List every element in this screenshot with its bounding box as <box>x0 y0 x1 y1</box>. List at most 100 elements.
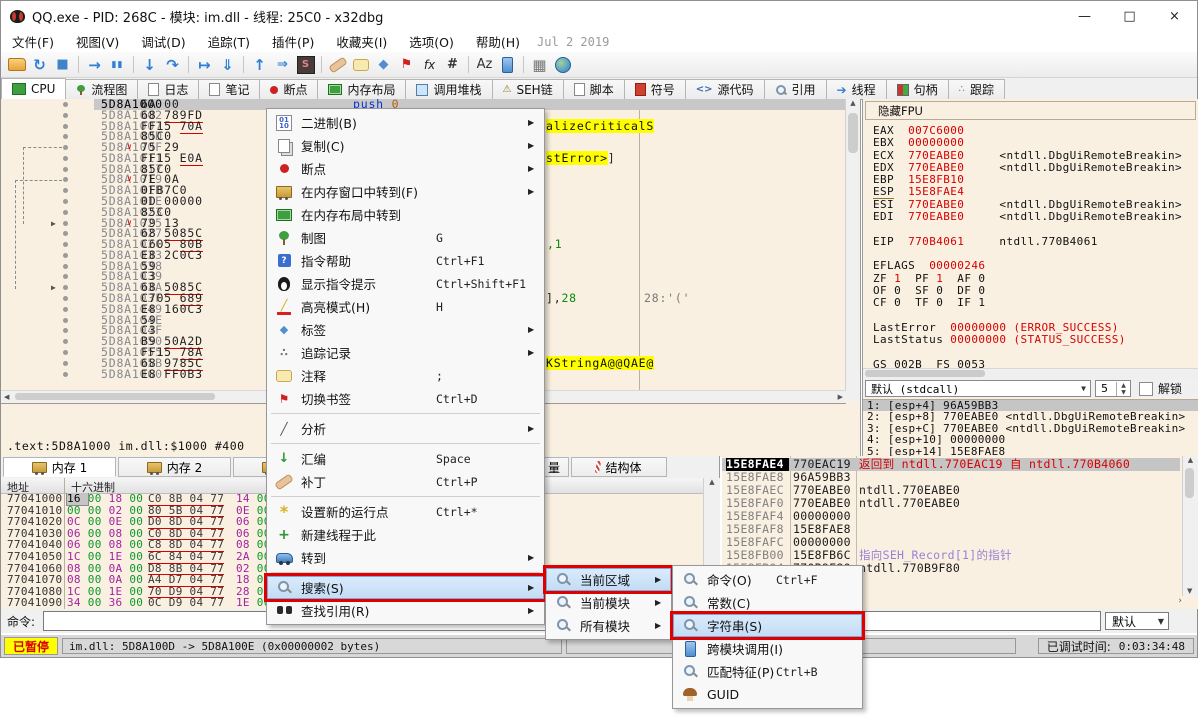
breakpoint-dot-icon[interactable] <box>63 124 68 129</box>
tab-seh-chain[interactable]: ⚠SEH链 <box>492 79 564 99</box>
breakpoint-dot-icon[interactable] <box>63 102 68 107</box>
breakpoint-dot-icon[interactable] <box>63 328 68 333</box>
stack-row[interactable]: 15E8FAF815E8FAE8 <box>722 523 1180 536</box>
registers-horizontal-scrollbar[interactable] <box>863 368 1198 379</box>
create-thread-here-menu-item[interactable]: +新建线程于此 <box>267 523 544 546</box>
tab-trace[interactable]: ∴跟踪 <box>948 79 1005 99</box>
toggle-bookmark-menu-item[interactable]: ⚑切换书签Ctrl+D <box>267 387 544 410</box>
analysis-menu-item[interactable]: ╱分析▶ <box>267 417 544 440</box>
breakpoint-dot-icon[interactable] <box>63 167 68 172</box>
call-references-icon[interactable] <box>497 55 518 75</box>
run-to-user-code-icon[interactable]: ⇓ <box>217 55 238 75</box>
tab-cpu[interactable]: CPU <box>1 78 66 99</box>
breakpoint-dot-icon[interactable] <box>63 156 68 161</box>
menubar-item[interactable]: 调试(D) <box>130 30 196 53</box>
stack-row[interactable]: 15E8FAE4770EAC19返回到 ntdll.770EAC19 自 ntd… <box>722 458 1180 471</box>
tab-references[interactable]: 引用 <box>764 79 827 99</box>
menubar-item[interactable]: 帮助(H) <box>465 30 531 53</box>
tab-breakpoints[interactable]: 断点 <box>259 79 318 99</box>
spinner-arrows-icon[interactable]: ▲▼ <box>1116 382 1130 396</box>
tab-notes[interactable]: 笔记 <box>198 79 260 99</box>
restart-icon[interactable]: ↻ <box>29 55 50 75</box>
trace-record-menu-item[interactable]: ∴追踪记录▶ <box>267 341 544 364</box>
comments-icon[interactable] <box>350 55 371 75</box>
breakpoint-dot-icon[interactable] <box>63 188 68 193</box>
registers-pane[interactable]: 隐藏FPU EAX 007C6000EBX 00000000ECX 770EAB… <box>862 99 1198 456</box>
execute-till-return-icon[interactable]: ↦ <box>194 55 215 75</box>
patch-menu-item[interactable]: 补丁Ctrl+P <box>267 470 544 493</box>
tab-dump-1[interactable]: 内存 1 <box>3 457 116 477</box>
maximize-button[interactable]: □ <box>1107 2 1152 30</box>
pattern-menu-item[interactable]: 匹配特征(P)Ctrl+B <box>673 660 862 683</box>
step-over-icon[interactable]: ↷ <box>162 55 183 75</box>
breakpoint-dot-icon[interactable] <box>63 145 68 150</box>
call-argument-row[interactable]: 4: [esp+10] 00000000 <box>863 434 1198 445</box>
disasm-vertical-scrollbar[interactable]: ▲ <box>845 99 860 401</box>
breakpoint-dot-icon[interactable] <box>63 242 68 247</box>
breakpoint-dot-icon[interactable] <box>63 264 68 269</box>
menubar-item[interactable]: 选项(O) <box>398 30 465 53</box>
labels-icon[interactable]: ◆ <box>373 55 394 75</box>
scylla-icon[interactable]: S <box>295 55 316 75</box>
breakpoint-menu-item[interactable]: 断点▶ <box>267 157 544 180</box>
breakpoint-dot-icon[interactable] <box>63 253 68 258</box>
follow-in-memory-map-menu-item[interactable]: 在内存布局中转到 <box>267 203 544 226</box>
breakpoint-dot-icon[interactable] <box>63 296 68 301</box>
menubar-item[interactable]: 视图(V) <box>65 30 130 53</box>
patch-icon[interactable] <box>327 55 348 75</box>
breakpoint-dot-icon[interactable] <box>63 307 68 312</box>
breakpoint-dot-icon[interactable] <box>63 199 68 204</box>
tab-handles[interactable]: 句柄 <box>886 79 949 99</box>
pause-icon[interactable]: ▮▮ <box>107 55 128 75</box>
tab-symbols[interactable]: 符号 <box>624 79 686 99</box>
breakpoint-dot-icon[interactable] <box>63 350 68 355</box>
assemble-menu-item[interactable]: ↓汇编Space <box>267 447 544 470</box>
all-modules-menu-item[interactable]: 所有模块▶ <box>546 614 671 637</box>
tab-struct[interactable]: 结构体 <box>571 457 667 477</box>
calling-convention-dropdown[interactable]: 默认 (stdcall) ▼ <box>865 380 1091 397</box>
tab-source[interactable]: <>源代码 <box>685 79 765 99</box>
highlighting-mode-menu-item[interactable]: ╱高亮模式(H)H <box>267 295 544 318</box>
menubar-item[interactable]: 插件(P) <box>261 30 325 53</box>
current-region-menu-item[interactable]: 当前区域▶ <box>546 568 671 591</box>
tab-threads[interactable]: ➔线程 <box>826 79 887 99</box>
search-menu-item[interactable]: 搜索(S)▶ <box>267 576 544 599</box>
stop-icon[interactable]: ■ <box>52 55 73 75</box>
tab-script[interactable]: 脚本 <box>563 79 625 99</box>
breakpoint-dot-icon[interactable] <box>63 274 68 279</box>
breakpoint-dot-icon[interactable] <box>63 221 68 226</box>
breakpoint-dot-icon[interactable] <box>63 285 68 290</box>
argument-count-spinner[interactable]: 5 ▲▼ <box>1095 380 1131 397</box>
step-into-icon[interactable]: ↓ <box>139 55 160 75</box>
tab-graph[interactable]: 流程图 <box>65 79 138 99</box>
intermodule-calls-menu-item[interactable]: 跨模块调用(I) <box>673 637 862 660</box>
close-button[interactable]: × <box>1152 2 1197 30</box>
tab-dump-2[interactable]: 内存 2 <box>118 457 231 477</box>
run-icon[interactable]: → <box>84 55 105 75</box>
breakpoint-dot-icon[interactable] <box>63 361 68 366</box>
calculator-icon[interactable]: ▦ <box>529 55 550 75</box>
string-references-menu-item[interactable]: 字符串(S) <box>673 614 862 637</box>
breakpoint-dot-icon[interactable] <box>63 134 68 139</box>
tab-call-stack[interactable]: 调用堆栈 <box>405 79 492 99</box>
hide-fpu-button[interactable]: 隐藏FPU <box>865 101 1196 120</box>
string-references-icon[interactable]: Az <box>474 55 495 75</box>
stack-horizontal-scroll-arrow[interactable]: › <box>1162 596 1182 608</box>
copy-menu-item[interactable]: 复制(C)▶ <box>267 134 544 157</box>
command-profile-dropdown[interactable]: 默认 ▼ <box>1105 612 1169 630</box>
constants-icon[interactable]: # <box>442 55 463 75</box>
run-until-selection-icon[interactable]: ⇒ <box>272 55 293 75</box>
breakpoint-dot-icon[interactable] <box>63 318 68 323</box>
binary-menu-item[interactable]: 01 10二进制(B)▶ <box>267 111 544 134</box>
menubar-item[interactable]: 追踪(T) <box>197 30 261 53</box>
breakpoint-dot-icon[interactable] <box>63 339 68 344</box>
unlock-checkbox[interactable] <box>1139 382 1153 396</box>
set-new-origin-menu-item[interactable]: *设置新的运行点Ctrl+* <box>267 500 544 523</box>
stack-vertical-scrollbar[interactable]: ▲▼ <box>1182 456 1198 596</box>
stack-row[interactable]: 15E8FAF0770EABE0ntdll.770EABE0 <box>722 497 1180 510</box>
stack-row[interactable]: 15E8FAF400000000 <box>722 510 1180 523</box>
show-mnemonic-brief-menu-item[interactable]: 显示指令提示Ctrl+Shift+F1 <box>267 272 544 295</box>
globe-icon[interactable] <box>552 55 573 75</box>
step-out-icon[interactable]: ↑ <box>249 55 270 75</box>
goto-menu-item[interactable]: 转到▶ <box>267 546 544 569</box>
